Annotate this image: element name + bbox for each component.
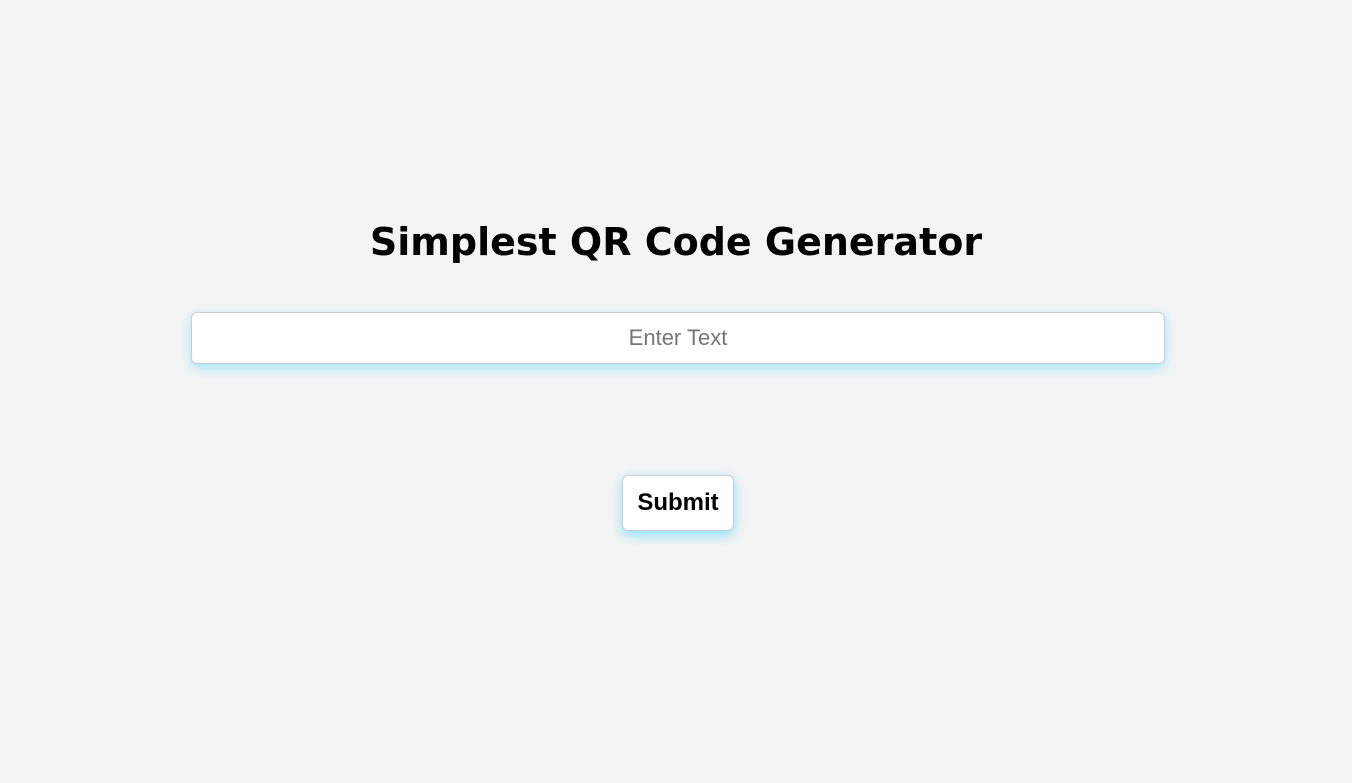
submit-button[interactable]: Submit [622, 475, 734, 531]
text-input[interactable] [191, 312, 1165, 364]
page-title: Simplest QR Code Generator [369, 220, 983, 264]
app-page: Simplest QR Code Generator Submit [0, 0, 1352, 783]
